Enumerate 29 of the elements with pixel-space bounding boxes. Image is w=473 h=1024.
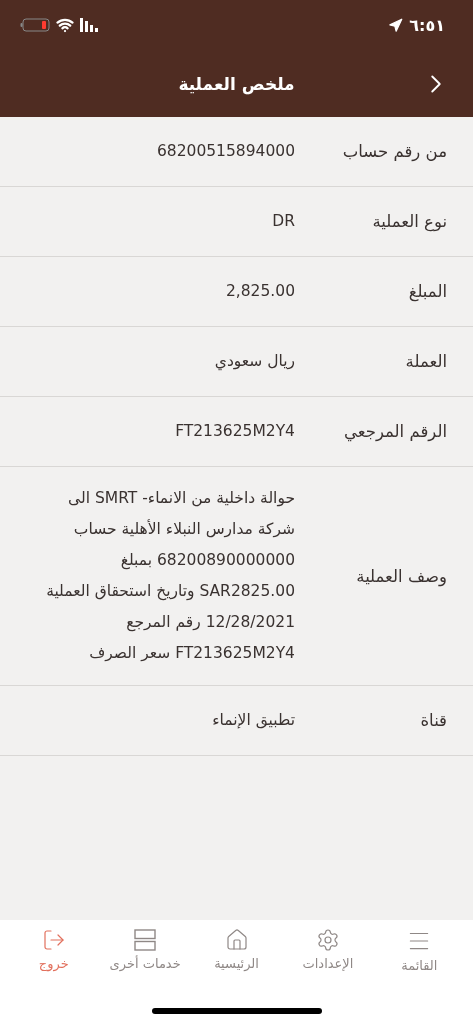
detail-value: ريال سعودي (213, 351, 295, 373)
two-panels-icon (133, 928, 158, 952)
tab-bar-item[interactable]: القائمة (374, 928, 465, 973)
detail-label: المبلغ (407, 282, 447, 301)
detail-label: العملة (404, 352, 447, 371)
detail-label: نوع العملية (371, 212, 447, 231)
detail-value: 68200515894000 (155, 141, 295, 162)
screen-title: ملخص العملية (178, 73, 295, 94)
home-icon (224, 928, 249, 952)
settings-icon (315, 928, 340, 952)
detail-value: تطبيق الإنماء (211, 710, 295, 731)
detail-value: DR (271, 211, 295, 232)
detail-label: من رقم حساب (341, 142, 447, 161)
detail-value: 2,825.00 (224, 281, 295, 302)
tab-bar-item[interactable]: الرئيسية (191, 928, 282, 973)
signal-icon (80, 18, 100, 32)
location-icon (388, 17, 404, 33)
detail-label: قناة (419, 711, 447, 730)
detail-value: FT213625M2Y4 (174, 421, 295, 442)
logout-icon (41, 928, 66, 952)
detail-label: الرقم المرجعي (343, 422, 447, 441)
tab-bar-item[interactable]: خروج (8, 928, 99, 973)
tab-bar-item[interactable]: الإعدادات (282, 928, 373, 973)
status-time: ٦:٥١ (409, 15, 445, 35)
detail-label: وصف العملية (355, 566, 447, 586)
tab-bar-item[interactable]: خدمات أخرى (100, 928, 191, 973)
wifi-icon (56, 16, 74, 34)
detail-value: حوالة داخلية من الانماء- SMRT الى شركة مدارس النبلاء الأهلية حساب 68200890000000 بمبلغ SAR2825.00 وتاريخ استحقاق العملية 12/28/2021 رقم المرجع FT213625M2Y4 سعر الصرف (45, 488, 295, 664)
battery-icon (20, 18, 50, 32)
